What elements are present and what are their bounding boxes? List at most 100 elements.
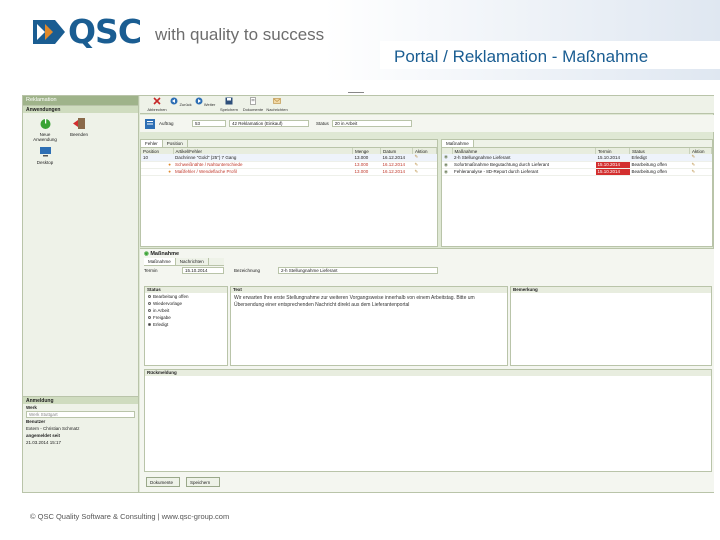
documents-action-button[interactable]: Dokumente (146, 477, 180, 487)
exit-icon (72, 118, 85, 129)
cell-datum: 16.12.2014 (380, 154, 413, 162)
cell-datum: 16.12.2014 (380, 168, 413, 176)
desktop-label: Desktop (36, 160, 54, 165)
tab-massnahme[interactable]: Maßnahme (442, 140, 474, 147)
power-icon (40, 118, 50, 129)
back-button[interactable]: Zurück (170, 96, 192, 113)
text-field[interactable]: Wir erwarten Ihre erste Stellungnahme zu… (231, 293, 507, 311)
warning-icon: ● (141, 168, 173, 176)
status-option[interactable]: Erledigt (145, 321, 227, 328)
new-app-button[interactable]: Neue Anwendung (33, 117, 57, 142)
qsc-logo: QSC with quality to success (33, 15, 325, 48)
table-row[interactable]: ● Maßfehler / Wendeflache Profil 13.000 … (141, 168, 437, 176)
status-label: Status (316, 121, 329, 126)
new-app-label: Neue Anwendung (33, 132, 57, 142)
text-box: Text Wir erwarten Ihre erste Stellungnah… (230, 286, 508, 366)
next-button[interactable]: Weiter (194, 96, 216, 113)
cancel-label: Abbrechen (147, 107, 167, 112)
qsc-logo-icon (33, 20, 65, 44)
filter-bar: Auftrag 53 42 Reklamation (Einkauf) Stat… (140, 115, 714, 132)
table-row[interactable]: ◉ Sofortmaßnahme Begutachtung durch Lief… (442, 161, 712, 169)
cell-status: Erledigt (629, 154, 690, 162)
termin-field[interactable]: 15.10.2014 (182, 267, 224, 274)
cell-termin: 15.10.2014 (595, 154, 630, 162)
edit-icon[interactable]: ✎ (689, 154, 712, 162)
auftrag-label: Auftrag (159, 121, 174, 126)
tab-fehler[interactable]: Fehler (141, 140, 163, 147)
benutzer-label: Benutzer (26, 419, 46, 424)
cell-termin: 15.10.2014 (595, 168, 630, 176)
documents-action-label: Dokumente (150, 480, 174, 485)
messages-button[interactable]: Nachrichten (266, 96, 288, 113)
detail-icon: ◉ (144, 251, 149, 257)
status-option[interactable]: Wiedervorlage (145, 300, 227, 307)
reklamation-select[interactable]: 42 Reklamation (Einkauf) (229, 120, 309, 127)
documents-label: Dokumente (242, 107, 264, 112)
edit-icon[interactable]: ✎ (412, 168, 437, 176)
detail-panel: ◉ Maßnahme Maßnahme Nachrichten Termin 1… (140, 248, 714, 492)
status-option-label: Bearbeitung offen (153, 294, 189, 299)
brand-tagline: with quality to success (155, 25, 325, 44)
cell-menge: 13.000 (352, 168, 381, 176)
tab-detail-nachrichten[interactable]: Nachrichten (176, 258, 209, 265)
status-option[interactable]: in Arbeit (145, 307, 227, 314)
edit-icon[interactable]: ✎ (412, 154, 437, 162)
documents-button[interactable]: Dokumente (242, 96, 264, 113)
cancel-button[interactable]: Abbrechen (146, 96, 168, 113)
save-action-button[interactable]: Speichern (186, 477, 220, 487)
apps-section-title: Anwendungen (23, 105, 138, 113)
table-row[interactable]: 10 Dachrinne "Gold" (25") 7 Gang 13.000 … (141, 154, 437, 162)
next-label: Weiter (203, 102, 216, 107)
status-option[interactable]: Freigabe (145, 314, 227, 321)
benutzer-value: Extern - Christian Schmatz (26, 426, 80, 431)
measure-icon: ◉ (442, 161, 452, 169)
message-icon (273, 98, 281, 104)
status-option[interactable]: Bearbeitung offen (145, 293, 227, 300)
save-button[interactable]: Speichern (218, 96, 240, 113)
left-panel: Reklamation Anwendungen Neue Anwendung B… (23, 96, 139, 492)
defects-table: Position Artikel/Fehler Menge Datum Akti… (141, 148, 437, 176)
warning-icon: ● (141, 161, 173, 169)
radio-icon (148, 295, 151, 298)
messages-label: Nachrichten (266, 107, 288, 112)
radio-icon (148, 323, 151, 326)
werk-select[interactable]: Werk Stuttgart (26, 411, 135, 418)
tab-position[interactable]: Position (163, 140, 188, 147)
cell-massnahme: Fehleranalyse - 8D-Report durch Lieferan… (452, 168, 596, 176)
document-icon (250, 97, 256, 105)
table-row[interactable]: ● Schweißnähte / Nahtunterschiede 13.000… (141, 161, 437, 169)
measure-icon: ◉ (442, 168, 452, 176)
desktop-button[interactable]: Desktop (33, 145, 57, 165)
measures-table: Maßnahme Termin Status Aktion ◉ 2-h Stel… (442, 148, 712, 176)
tab-detail-massnahme[interactable]: Maßnahme (144, 258, 176, 265)
table-row[interactable]: ◉ Fehleranalyse - 8D-Report durch Liefer… (442, 168, 712, 176)
table-row[interactable]: ◉ 2-h Stellungnahme Lieferant 15.10.2014… (442, 154, 712, 162)
edit-icon[interactable]: ✎ (689, 161, 712, 169)
left-panel-title: Reklamation (23, 96, 138, 105)
back-label: Zurück (179, 102, 192, 107)
detail-title-text: Maßnahme (150, 251, 180, 257)
next-icon (195, 97, 203, 105)
cell-menge: 13.000 (352, 154, 381, 162)
detail-title: ◉ Maßnahme (140, 249, 714, 258)
claim-icon (145, 118, 155, 129)
radio-icon (148, 309, 151, 312)
exit-button[interactable]: Beenden (67, 117, 91, 142)
rueckmeldung-box: Rückmeldung (144, 369, 712, 472)
auftrag-field[interactable]: 53 (192, 120, 226, 127)
angemeldet-label: angemeldet seit (26, 433, 61, 438)
status-option-label: Wiedervorlage (153, 301, 183, 306)
cell-termin: 15.10.2014 (595, 161, 630, 169)
edit-icon[interactable]: ✎ (689, 168, 712, 176)
cell-massnahme: 2-h Stellungnahme Lieferant (452, 154, 596, 162)
bezeichnung-field[interactable]: 2-h Stellungnahme Lieferant (278, 267, 438, 274)
toolbar: Abbrechen Zurück Weiter Speichern Dokume… (140, 96, 714, 114)
status-option-label: in Arbeit (153, 308, 170, 313)
status-option-label: Freigabe (153, 315, 171, 320)
back-icon (170, 97, 178, 105)
save-label: Speichern (219, 107, 238, 112)
status-select[interactable]: 20 in Arbeit (331, 120, 412, 127)
edit-icon[interactable]: ✎ (412, 161, 437, 169)
cell-menge: 13.000 (352, 161, 381, 169)
cell-datum: 16.12.2014 (380, 161, 413, 169)
